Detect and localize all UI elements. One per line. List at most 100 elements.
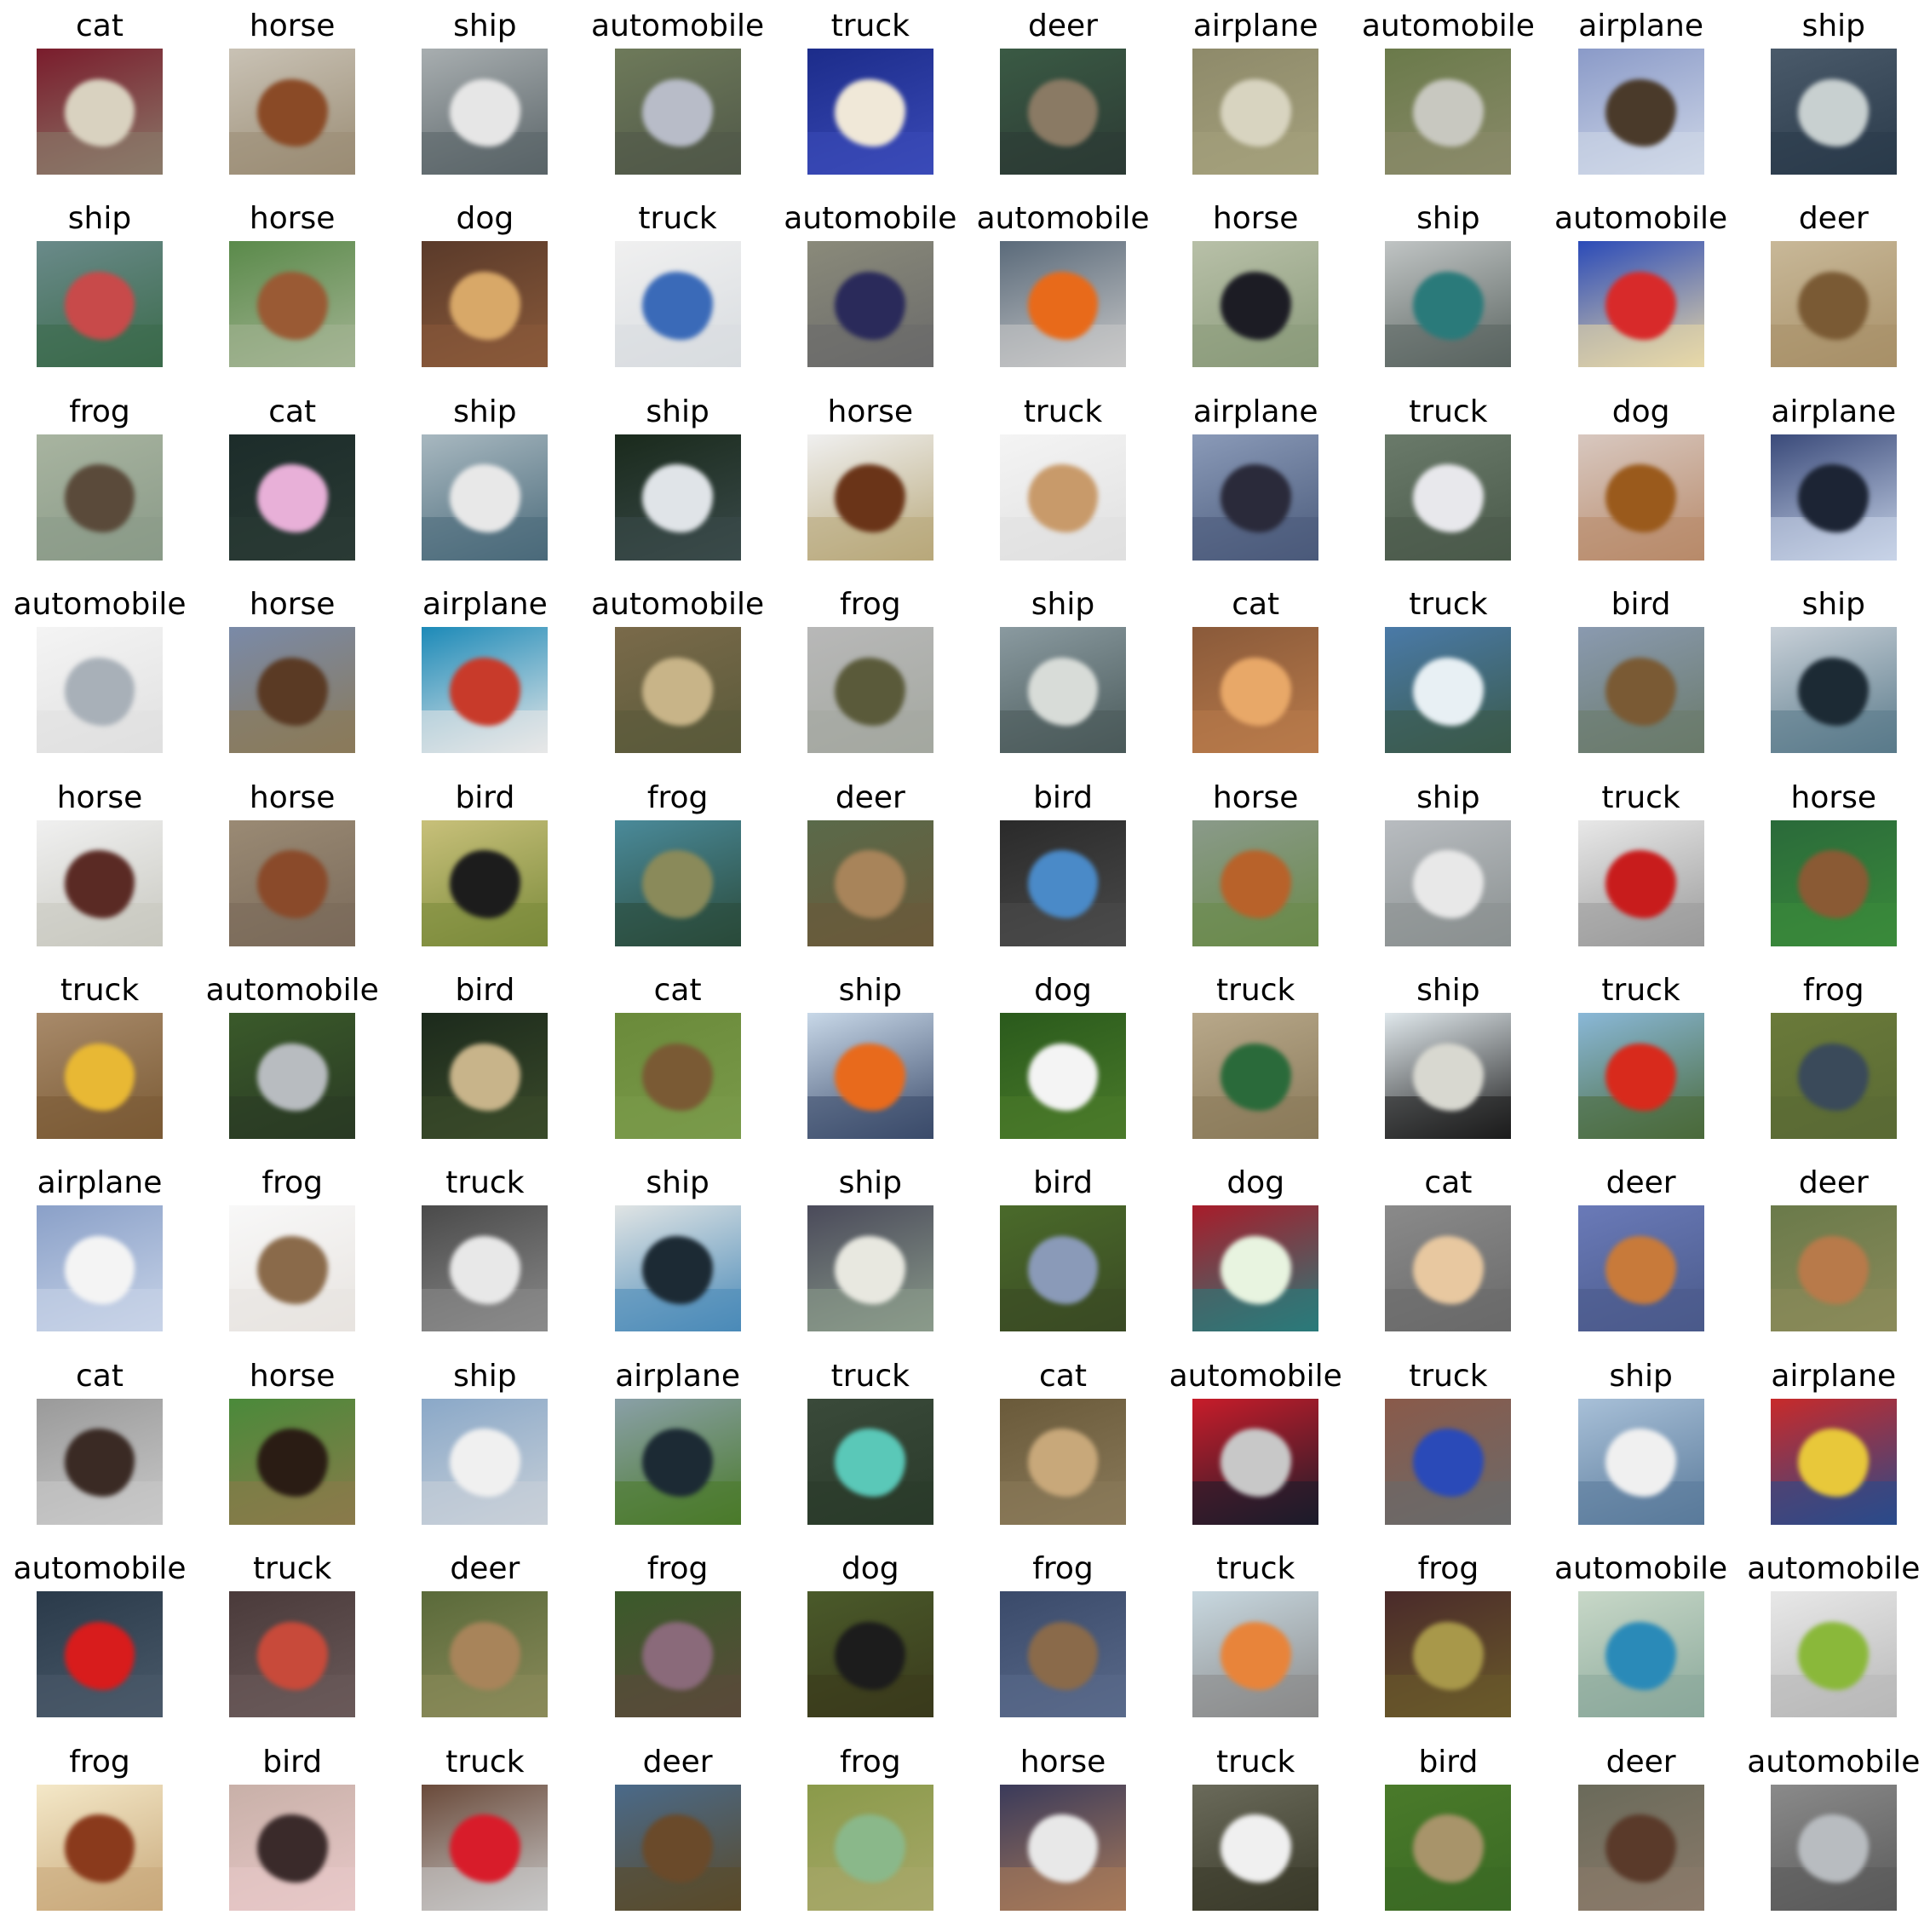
ship-icon <box>614 1205 741 1332</box>
image-label: frog <box>646 779 709 815</box>
image-label: dog <box>841 1551 899 1587</box>
image-cell: bird <box>388 775 581 968</box>
image-label: truck <box>1216 973 1295 1008</box>
image-label: bird <box>1033 779 1093 815</box>
image-cell: automobile <box>3 1546 196 1739</box>
image-label: deer <box>835 779 905 815</box>
image-cell: automobile <box>582 582 774 774</box>
image-label: truck <box>638 201 717 237</box>
image-label: cat <box>653 973 702 1008</box>
image-cell: dog <box>388 196 581 388</box>
image-cell: airplane <box>1545 3 1738 196</box>
cat-icon <box>37 49 163 175</box>
image-label: deer <box>1028 9 1098 43</box>
image-cell: bird <box>388 968 581 1160</box>
image-label: truck <box>253 1551 332 1587</box>
image-cell: ship <box>774 968 967 1160</box>
image-label: frog <box>840 1744 901 1780</box>
horse-icon <box>229 819 356 946</box>
truck-icon <box>422 1205 549 1332</box>
image-label: ship <box>1416 973 1480 1008</box>
ship-icon <box>422 1398 549 1525</box>
image-cell: truck <box>1545 968 1738 1160</box>
deer-icon <box>614 1784 741 1911</box>
image-label: truck <box>1216 1744 1295 1780</box>
image-cell: horse <box>196 196 388 388</box>
image-cell: automobile <box>1159 1354 1352 1546</box>
image-cell: horse <box>774 389 967 582</box>
image-cell: frog <box>774 1739 967 1932</box>
automobile-icon <box>614 627 741 754</box>
image-cell: frog <box>196 1160 388 1353</box>
image-cell: horse <box>1738 775 1930 968</box>
image-label: frog <box>1032 1551 1094 1587</box>
horse-icon <box>1192 241 1319 368</box>
image-label: ship <box>1609 1358 1673 1394</box>
image-cell: dog <box>774 1546 967 1739</box>
truck-icon <box>1577 819 1704 946</box>
truck-icon <box>614 241 741 368</box>
image-cell: truck <box>1545 775 1738 968</box>
image-label: truck <box>60 973 140 1008</box>
truck-icon <box>37 1013 163 1139</box>
image-cell: deer <box>582 1739 774 1932</box>
image-cell: cat <box>3 3 196 196</box>
image-cell: cat <box>582 968 774 1160</box>
image-label: airplane <box>1192 394 1318 429</box>
image-cell: deer <box>1545 1739 1738 1932</box>
deer-icon <box>1577 1205 1704 1332</box>
image-cell: horse <box>1159 196 1352 388</box>
image-label: truck <box>1409 1358 1488 1394</box>
automobile-icon <box>1192 1398 1319 1525</box>
image-cell: deer <box>967 3 1159 196</box>
truck-icon <box>1000 434 1126 561</box>
image-cell: horse <box>196 582 388 774</box>
image-label: airplane <box>1192 9 1318 43</box>
image-label: bird <box>1033 1165 1093 1201</box>
bird-icon <box>229 1784 356 1911</box>
image-cell: frog <box>582 775 774 968</box>
bird-icon <box>422 1013 549 1139</box>
horse-icon <box>1000 1784 1126 1911</box>
horse-icon <box>229 49 356 175</box>
automobile-icon <box>1770 1591 1897 1718</box>
truck-icon <box>807 49 933 175</box>
automobile-icon <box>1577 241 1704 368</box>
horse-icon <box>229 1398 356 1525</box>
truck-icon <box>1192 1013 1319 1139</box>
image-cell: frog <box>582 1546 774 1739</box>
image-label: dog <box>456 201 514 237</box>
image-label: airplane <box>615 1358 740 1394</box>
image-label: horse <box>249 587 336 623</box>
ship-icon <box>807 1013 933 1139</box>
image-label: ship <box>67 201 132 237</box>
image-label: automobile <box>1169 1358 1342 1394</box>
ship-icon <box>1385 819 1512 946</box>
image-label: automobile <box>1747 1744 1921 1780</box>
image-cell: ship <box>388 1354 581 1546</box>
image-label: truck <box>445 1165 525 1201</box>
deer-icon <box>1770 241 1897 368</box>
frog-icon <box>1770 1013 1897 1139</box>
image-cell: bird <box>1352 1739 1544 1932</box>
image-cell: truck <box>1352 389 1544 582</box>
automobile-icon <box>229 1013 356 1139</box>
ship-icon <box>1770 49 1897 175</box>
image-label: horse <box>56 779 143 815</box>
dog-icon <box>1000 1013 1126 1139</box>
frog-icon <box>614 1591 741 1718</box>
image-label: truck <box>1023 394 1103 429</box>
dog-icon <box>807 1591 933 1718</box>
image-label: deer <box>1798 1165 1869 1201</box>
image-cell: truck <box>582 196 774 388</box>
image-label: dog <box>1611 394 1670 429</box>
frog-icon <box>1385 1591 1512 1718</box>
airplane-icon <box>37 1205 163 1332</box>
automobile-icon <box>614 49 741 175</box>
truck-icon <box>422 1784 549 1911</box>
image-cell: truck <box>1352 582 1544 774</box>
image-cell: deer <box>1738 196 1930 388</box>
image-cell: ship <box>1738 582 1930 774</box>
image-label: frog <box>69 394 130 429</box>
image-cell: frog <box>3 1739 196 1932</box>
